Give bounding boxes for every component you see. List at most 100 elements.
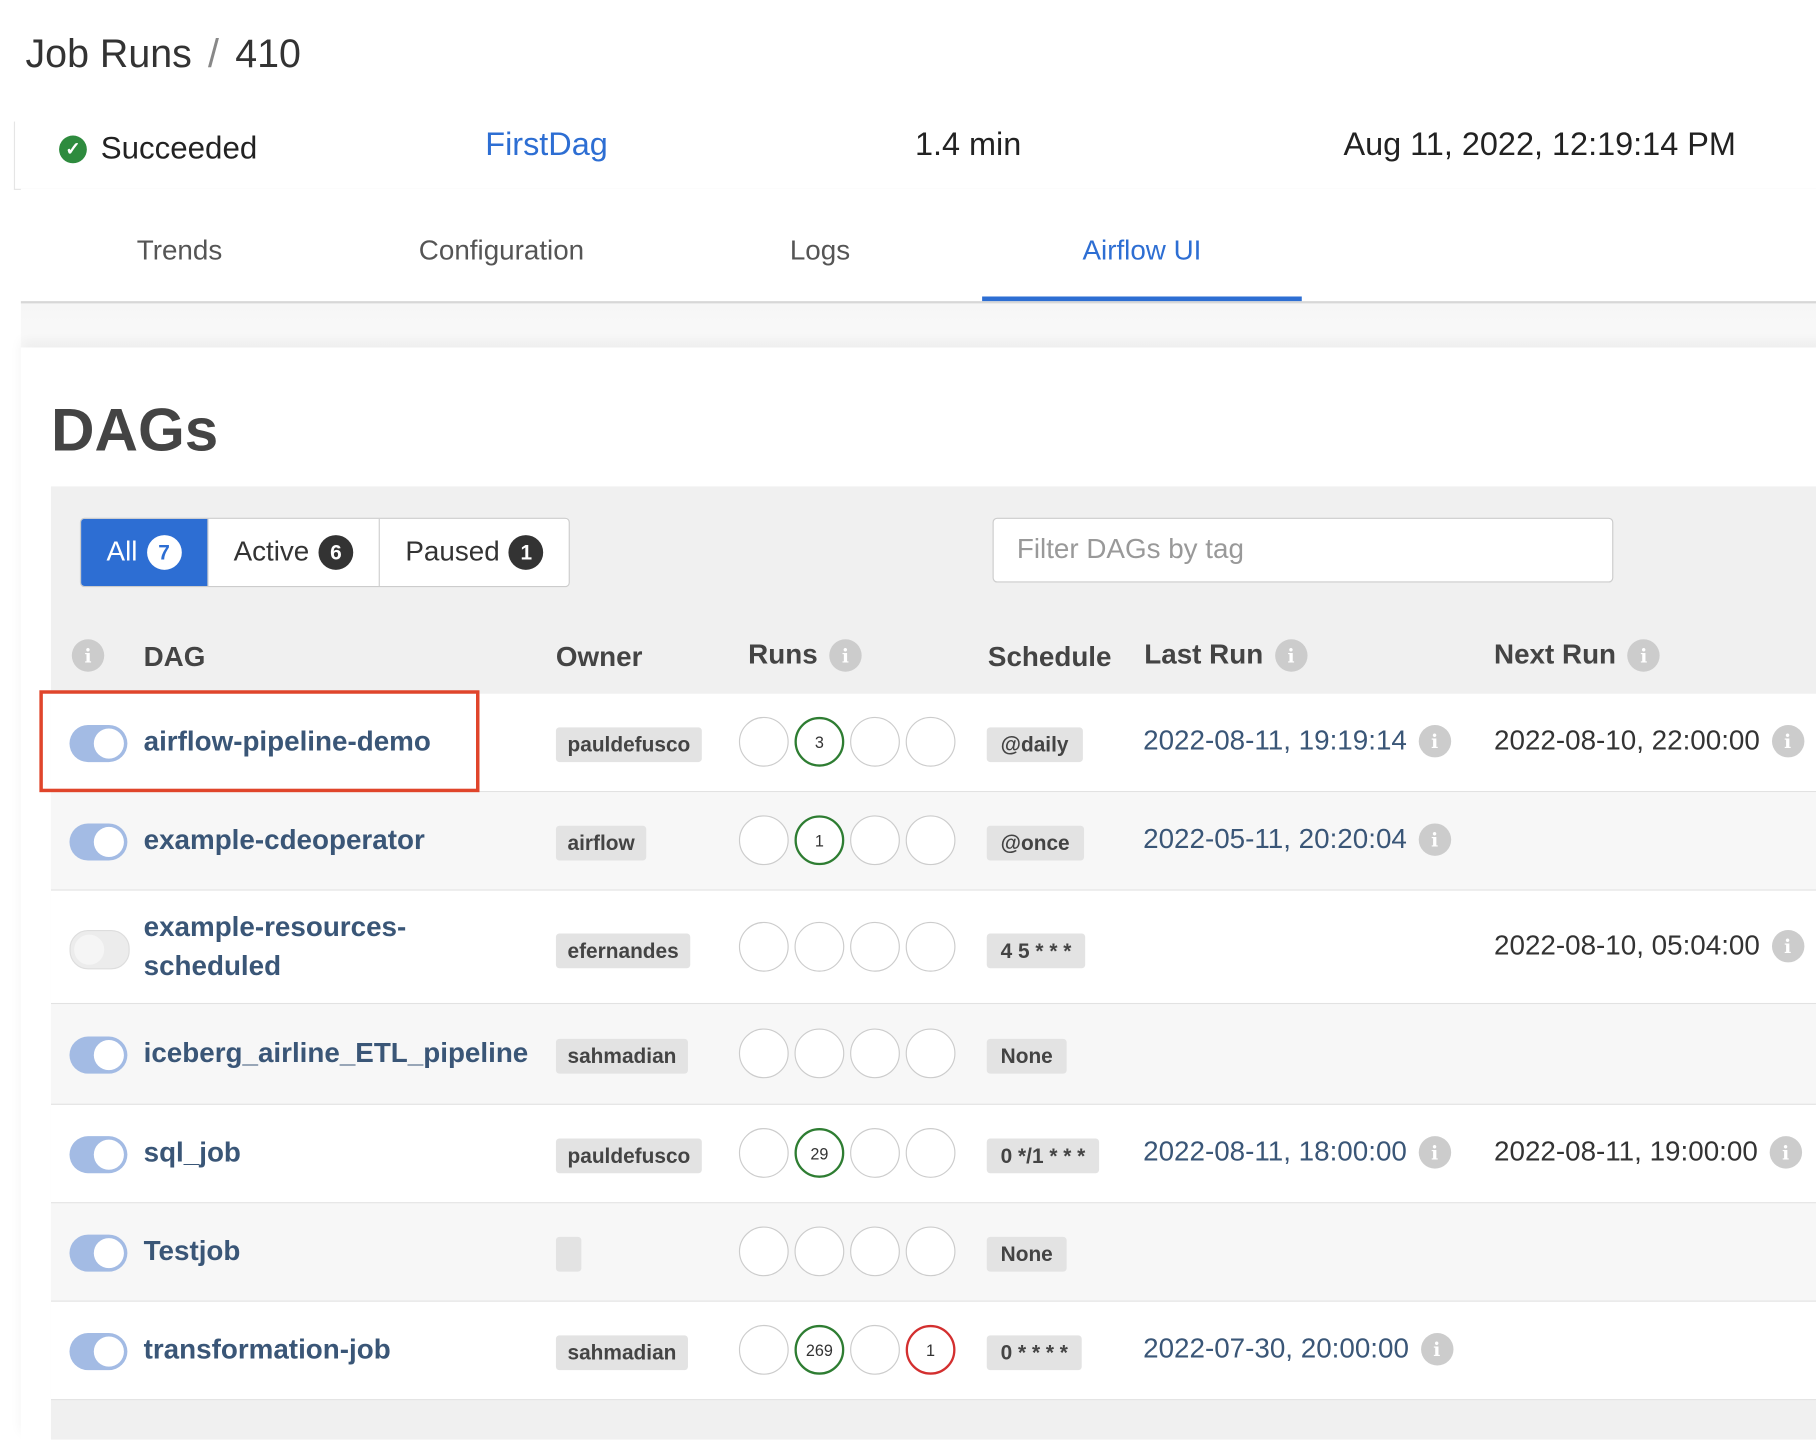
table-row: Testjob None — [50, 1203, 1816, 1302]
tag-filter-input[interactable] — [992, 517, 1614, 583]
info-icon[interactable]: i — [71, 639, 105, 672]
breadcrumb-current: 410 — [235, 32, 301, 77]
info-icon[interactable]: i — [1771, 725, 1804, 758]
run-circle[interactable] — [738, 815, 789, 866]
run-circle[interactable] — [850, 815, 900, 866]
header-dag[interactable]: DAG — [144, 642, 206, 674]
filter-all-label: All — [106, 536, 138, 568]
run-circle[interactable] — [738, 1324, 789, 1375]
last-run-value[interactable]: 2022-08-11, 19:19:14 — [1143, 725, 1407, 757]
run-circle-success[interactable]: 3 — [794, 716, 845, 767]
owner-badge: sahmadian — [555, 1038, 689, 1074]
run-circle[interactable] — [905, 716, 956, 767]
dag-toggle[interactable] — [69, 1136, 128, 1174]
filter-paused-button[interactable]: Paused 1 — [379, 518, 570, 587]
schedule-badge: None — [986, 1038, 1067, 1074]
info-icon[interactable]: i — [1418, 1136, 1451, 1169]
run-circle-success[interactable]: 269 — [794, 1324, 845, 1375]
run-status: ✓ Succeeded — [59, 131, 257, 167]
table-row: sql_job pauldefusco 29 0 */1 * * * 2022-… — [50, 1104, 1816, 1204]
run-circle[interactable] — [738, 716, 789, 767]
breadcrumb-job-runs[interactable]: Job Runs — [25, 32, 191, 77]
owner-badge: sahmadian — [555, 1335, 689, 1371]
next-run: 2022-08-10, 22:00:00 i — [1494, 725, 1804, 758]
dag-link[interactable]: iceberg_airline_ETL_pipeline — [144, 1034, 529, 1073]
last-run-value[interactable]: 2022-07-30, 20:00:00 — [1143, 1333, 1409, 1365]
last-run-value[interactable]: 2022-08-11, 18:00:00 — [1143, 1136, 1407, 1168]
run-circle[interactable] — [794, 1226, 845, 1277]
run-circle[interactable] — [738, 1028, 789, 1079]
run-circle[interactable] — [850, 921, 900, 972]
last-run: 2022-05-11, 20:20:04 i — [1143, 823, 1451, 856]
tab-trends[interactable]: Trends — [127, 235, 231, 267]
header-runs: Runs i — [748, 639, 862, 672]
run-circle[interactable] — [738, 921, 789, 972]
run-circle[interactable] — [794, 921, 845, 972]
owner-badge: pauldefusco — [555, 1138, 702, 1174]
schedule-badge: @once — [986, 825, 1084, 861]
schedule-badge: 4 5 * * * — [986, 933, 1086, 969]
run-states: 29 — [738, 1128, 956, 1178]
table-row: transformation-job sahmadian 269 1 0 * *… — [50, 1301, 1816, 1401]
next-run: 2022-08-10, 05:04:00 i — [1494, 930, 1804, 963]
run-circle[interactable] — [905, 921, 956, 972]
tab-airflow-ui[interactable]: Airflow UI — [1055, 235, 1229, 267]
info-icon[interactable]: i — [1771, 930, 1804, 963]
header-runs-label: Runs — [748, 639, 818, 671]
tab-logs[interactable]: Logs — [774, 235, 867, 267]
run-timestamp: Aug 11, 2022, 12:19:14 PM — [1343, 126, 1736, 163]
last-run-value[interactable]: 2022-05-11, 20:20:04 — [1143, 823, 1407, 855]
info-icon[interactable]: i — [1769, 1136, 1802, 1169]
owner-badge: airflow — [555, 825, 647, 861]
run-circle[interactable] — [738, 1128, 789, 1178]
dag-link[interactable]: Testjob — [144, 1232, 241, 1271]
run-duration: 1.4 min — [914, 126, 1022, 163]
filter-active-button[interactable]: Active 6 — [208, 518, 380, 587]
next-run: 2022-08-11, 19:00:00 i — [1494, 1136, 1802, 1169]
run-states — [738, 921, 956, 972]
header-owner[interactable]: Owner — [556, 642, 643, 674]
filter-paused-label: Paused — [405, 536, 500, 568]
tab-configuration[interactable]: Configuration — [403, 235, 600, 267]
run-summary: ✓ Succeeded FirstDag 1.4 min Aug 11, 202… — [13, 121, 1816, 190]
run-circle[interactable] — [850, 1226, 900, 1277]
info-icon[interactable]: i — [1627, 639, 1661, 672]
dag-toggle[interactable] — [69, 930, 130, 970]
run-circle[interactable] — [794, 1028, 845, 1079]
dag-toggle[interactable] — [69, 1036, 128, 1074]
header-next-run-label: Next Run — [1494, 639, 1617, 671]
run-circle-success[interactable]: 1 — [794, 815, 845, 866]
run-circle[interactable] — [850, 1028, 900, 1079]
run-status-label: Succeeded — [100, 130, 258, 166]
run-circle[interactable] — [905, 815, 956, 866]
dag-toggle[interactable] — [69, 1234, 128, 1272]
dag-link[interactable]: sql_job — [144, 1134, 241, 1173]
run-circle[interactable] — [850, 1128, 900, 1178]
schedule-badge: @daily — [986, 727, 1083, 763]
dag-toggle[interactable] — [69, 823, 128, 861]
filter-all-button[interactable]: All 7 — [81, 518, 209, 587]
dag-toggle[interactable] — [69, 1333, 128, 1371]
last-run: 2022-07-30, 20:00:00 i — [1143, 1333, 1453, 1366]
dag-link[interactable]: example-resources- scheduled — [144, 908, 407, 987]
next-run-value: 2022-08-10, 22:00:00 — [1494, 725, 1760, 757]
active-tab-indicator — [982, 296, 1302, 302]
info-icon[interactable]: i — [1418, 725, 1451, 758]
run-circle-success[interactable]: 29 — [794, 1128, 845, 1178]
run-circle[interactable] — [738, 1226, 789, 1277]
info-icon[interactable]: i — [1418, 823, 1451, 856]
run-circle[interactable] — [905, 1128, 956, 1178]
dag-link[interactable]: transformation-job — [144, 1331, 391, 1370]
dag-link[interactable]: example-cdeoperator — [144, 821, 425, 860]
filter-active-label: Active — [233, 536, 310, 568]
info-icon[interactable]: i — [1420, 1333, 1453, 1366]
run-circle[interactable] — [905, 1028, 956, 1079]
run-states: 269 1 — [738, 1324, 956, 1375]
info-icon[interactable]: i — [829, 639, 862, 672]
run-circle-failed[interactable]: 1 — [905, 1324, 956, 1375]
run-circle[interactable] — [850, 1324, 900, 1375]
info-icon[interactable]: i — [1274, 639, 1308, 672]
job-name-link[interactable]: FirstDag — [485, 126, 608, 163]
run-circle[interactable] — [850, 716, 900, 767]
run-circle[interactable] — [905, 1226, 956, 1277]
